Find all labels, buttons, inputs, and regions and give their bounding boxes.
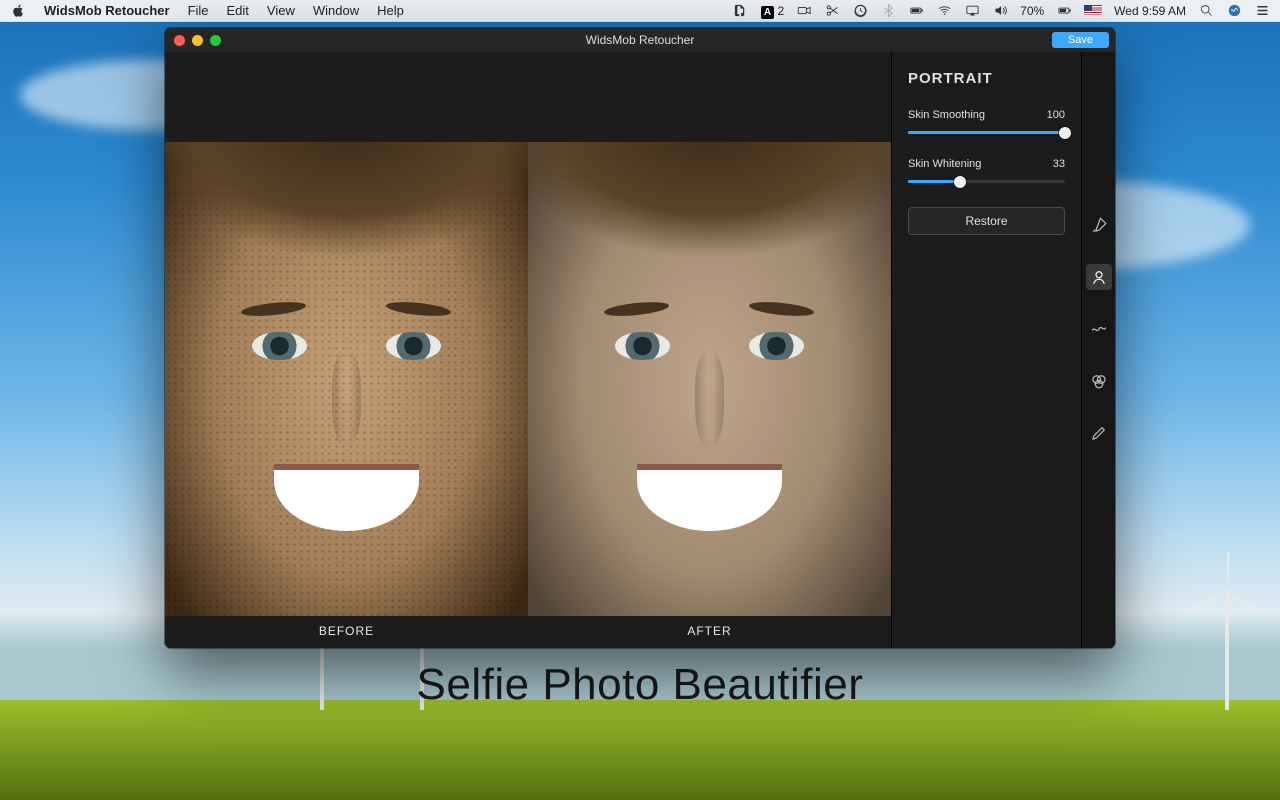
spotlight-icon[interactable] [1198, 3, 1214, 19]
panel-heading: PORTRAIT [908, 70, 1065, 87]
right-toolstrip [1081, 52, 1115, 648]
skin-smoothing-label: Skin Smoothing [908, 109, 985, 121]
apple-menu-icon[interactable] [10, 3, 26, 19]
restore-button[interactable]: Restore [908, 207, 1065, 235]
window-title: WidsMob Retoucher [165, 33, 1115, 47]
filter-tool-icon[interactable] [1086, 368, 1112, 394]
menu-window[interactable]: Window [313, 3, 359, 18]
timemachine-icon[interactable] [852, 3, 868, 19]
menu-edit[interactable]: Edit [227, 3, 249, 18]
app-window: WidsMob Retoucher Save BEFORE [165, 28, 1115, 648]
menu-help[interactable]: Help [377, 3, 404, 18]
skin-whitening-value: 33 [1053, 158, 1065, 170]
edit-tool-icon[interactable] [1086, 420, 1112, 446]
window-close-button[interactable] [174, 35, 185, 46]
skin-smoothing-slider[interactable] [908, 131, 1065, 134]
airplay-icon[interactable] [964, 3, 980, 19]
brush-tool-icon[interactable] [1086, 212, 1112, 238]
denoise-tool-icon[interactable] [1086, 316, 1112, 342]
app-name[interactable]: WidsMob Retoucher [44, 3, 170, 18]
window-zoom-button[interactable] [210, 35, 221, 46]
siri-icon[interactable] [1226, 3, 1242, 19]
skin-whitening-control: Skin Whitening 33 [908, 158, 1065, 183]
portrait-tool-icon[interactable] [1086, 264, 1112, 290]
volume-icon[interactable] [992, 3, 1008, 19]
skin-whitening-slider[interactable] [908, 180, 1065, 183]
skin-whitening-label: Skin Whitening [908, 158, 981, 170]
bluetooth-icon[interactable] [880, 3, 896, 19]
battery-percent[interactable]: 70% [1020, 4, 1044, 18]
evernote-icon[interactable] [733, 3, 749, 19]
notification-center-icon[interactable] [1254, 3, 1270, 19]
after-label: AFTER [528, 616, 891, 648]
window-minimize-button[interactable] [192, 35, 203, 46]
scissors-icon[interactable] [824, 3, 840, 19]
after-image [528, 142, 891, 616]
battery-menu-icon[interactable] [908, 3, 924, 19]
window-titlebar[interactable]: WidsMob Retoucher Save [165, 28, 1115, 52]
mac-menubar: WidsMob Retoucher File Edit View Window … [0, 0, 1280, 22]
menu-file[interactable]: File [188, 3, 209, 18]
menu-view[interactable]: View [267, 3, 295, 18]
save-button[interactable]: Save [1052, 32, 1109, 48]
before-image [165, 142, 528, 616]
wifi-icon[interactable] [936, 3, 952, 19]
portrait-panel: PORTRAIT Skin Smoothing 100 Skin Whiteni… [891, 52, 1081, 648]
adobe-cc-icon[interactable]: A 2 [761, 4, 784, 18]
image-canvas: BEFORE AFTER [165, 52, 891, 648]
skin-smoothing-control: Skin Smoothing 100 [908, 109, 1065, 134]
marketing-caption: Selfie Photo Beautifier [0, 660, 1280, 710]
facetime-icon[interactable] [796, 3, 812, 19]
skin-smoothing-value: 100 [1047, 109, 1065, 121]
input-source-flag-icon[interactable] [1084, 5, 1102, 16]
before-label: BEFORE [165, 616, 528, 648]
menubar-clock[interactable]: Wed 9:59 AM [1114, 4, 1186, 18]
battery-icon[interactable] [1056, 3, 1072, 19]
